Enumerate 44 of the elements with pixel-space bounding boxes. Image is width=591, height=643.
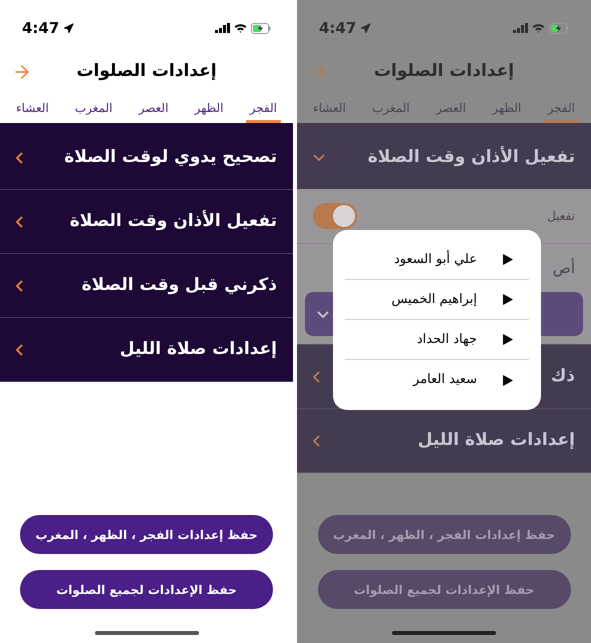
chevron-left-icon — [313, 370, 320, 382]
prayer-tab[interactable]: الفجر — [246, 99, 281, 123]
section-header[interactable]: إعدادات صلاة الليل — [297, 409, 591, 472]
chevron-left-icon — [16, 216, 23, 228]
play-icon — [503, 334, 513, 345]
status-time: 4:47 — [319, 18, 356, 39]
chevron-left-icon — [16, 344, 23, 356]
section-header[interactable]: ذكرني قبل وقت الصلاة — [0, 254, 293, 317]
prayer-tab[interactable]: الظهر — [190, 99, 228, 123]
section-header[interactable]: إعدادات صلاة الليل — [0, 318, 293, 381]
menu-item[interactable]: علي أبو السعود — [345, 240, 529, 280]
screen-title: إعدادات الصلوات — [374, 60, 514, 84]
save-button[interactable]: حفظ الإعدادات لجميع الصلوات — [20, 570, 273, 609]
menu-item[interactable]: سعيد العامر — [345, 360, 529, 400]
field-label: أص — [552, 257, 575, 279]
save-button[interactable]: حفظ إعدادات الفجر ، الظهر ، المغرب — [20, 515, 273, 554]
chevron-left-icon — [16, 152, 23, 164]
battery-charging-icon — [251, 22, 271, 34]
chevron-down-icon — [313, 154, 325, 161]
prayer-tab[interactable]: العصر — [134, 99, 172, 123]
battery-charging-icon — [549, 22, 569, 34]
toggle-label: تفعيل — [547, 208, 575, 225]
play-icon — [503, 374, 513, 386]
menu-item[interactable]: جهاد الحداد — [345, 320, 529, 360]
section-header[interactable]: تفعيل الأذان وقت الصلاة — [0, 190, 293, 253]
play-icon — [503, 294, 513, 305]
prayer-tab[interactable]: العشاء — [12, 99, 53, 123]
signal-icon — [215, 23, 230, 33]
wifi-icon — [234, 23, 247, 33]
toggle-switch[interactable] — [313, 203, 357, 229]
screen-title: إعدادات الصلوات — [76, 60, 217, 84]
chevron-left-icon — [313, 434, 320, 446]
menu-item[interactable]: إبراهيم الخميس — [345, 280, 529, 320]
section-header[interactable]: تصحيح يدوي لوقت الصلاة — [0, 126, 293, 189]
signal-icon — [513, 23, 528, 33]
section-header[interactable]: تفعيل الأذان وقت الصلاة — [297, 126, 591, 189]
wifi-icon — [532, 23, 545, 33]
prayer-tab[interactable]: المغرب — [70, 99, 117, 123]
status-time: 4:47 — [22, 18, 60, 39]
location-icon — [360, 22, 372, 34]
location-icon — [63, 22, 74, 34]
chevron-left-icon — [16, 280, 23, 292]
play-icon — [503, 254, 513, 265]
chevron-down-icon — [317, 310, 329, 318]
